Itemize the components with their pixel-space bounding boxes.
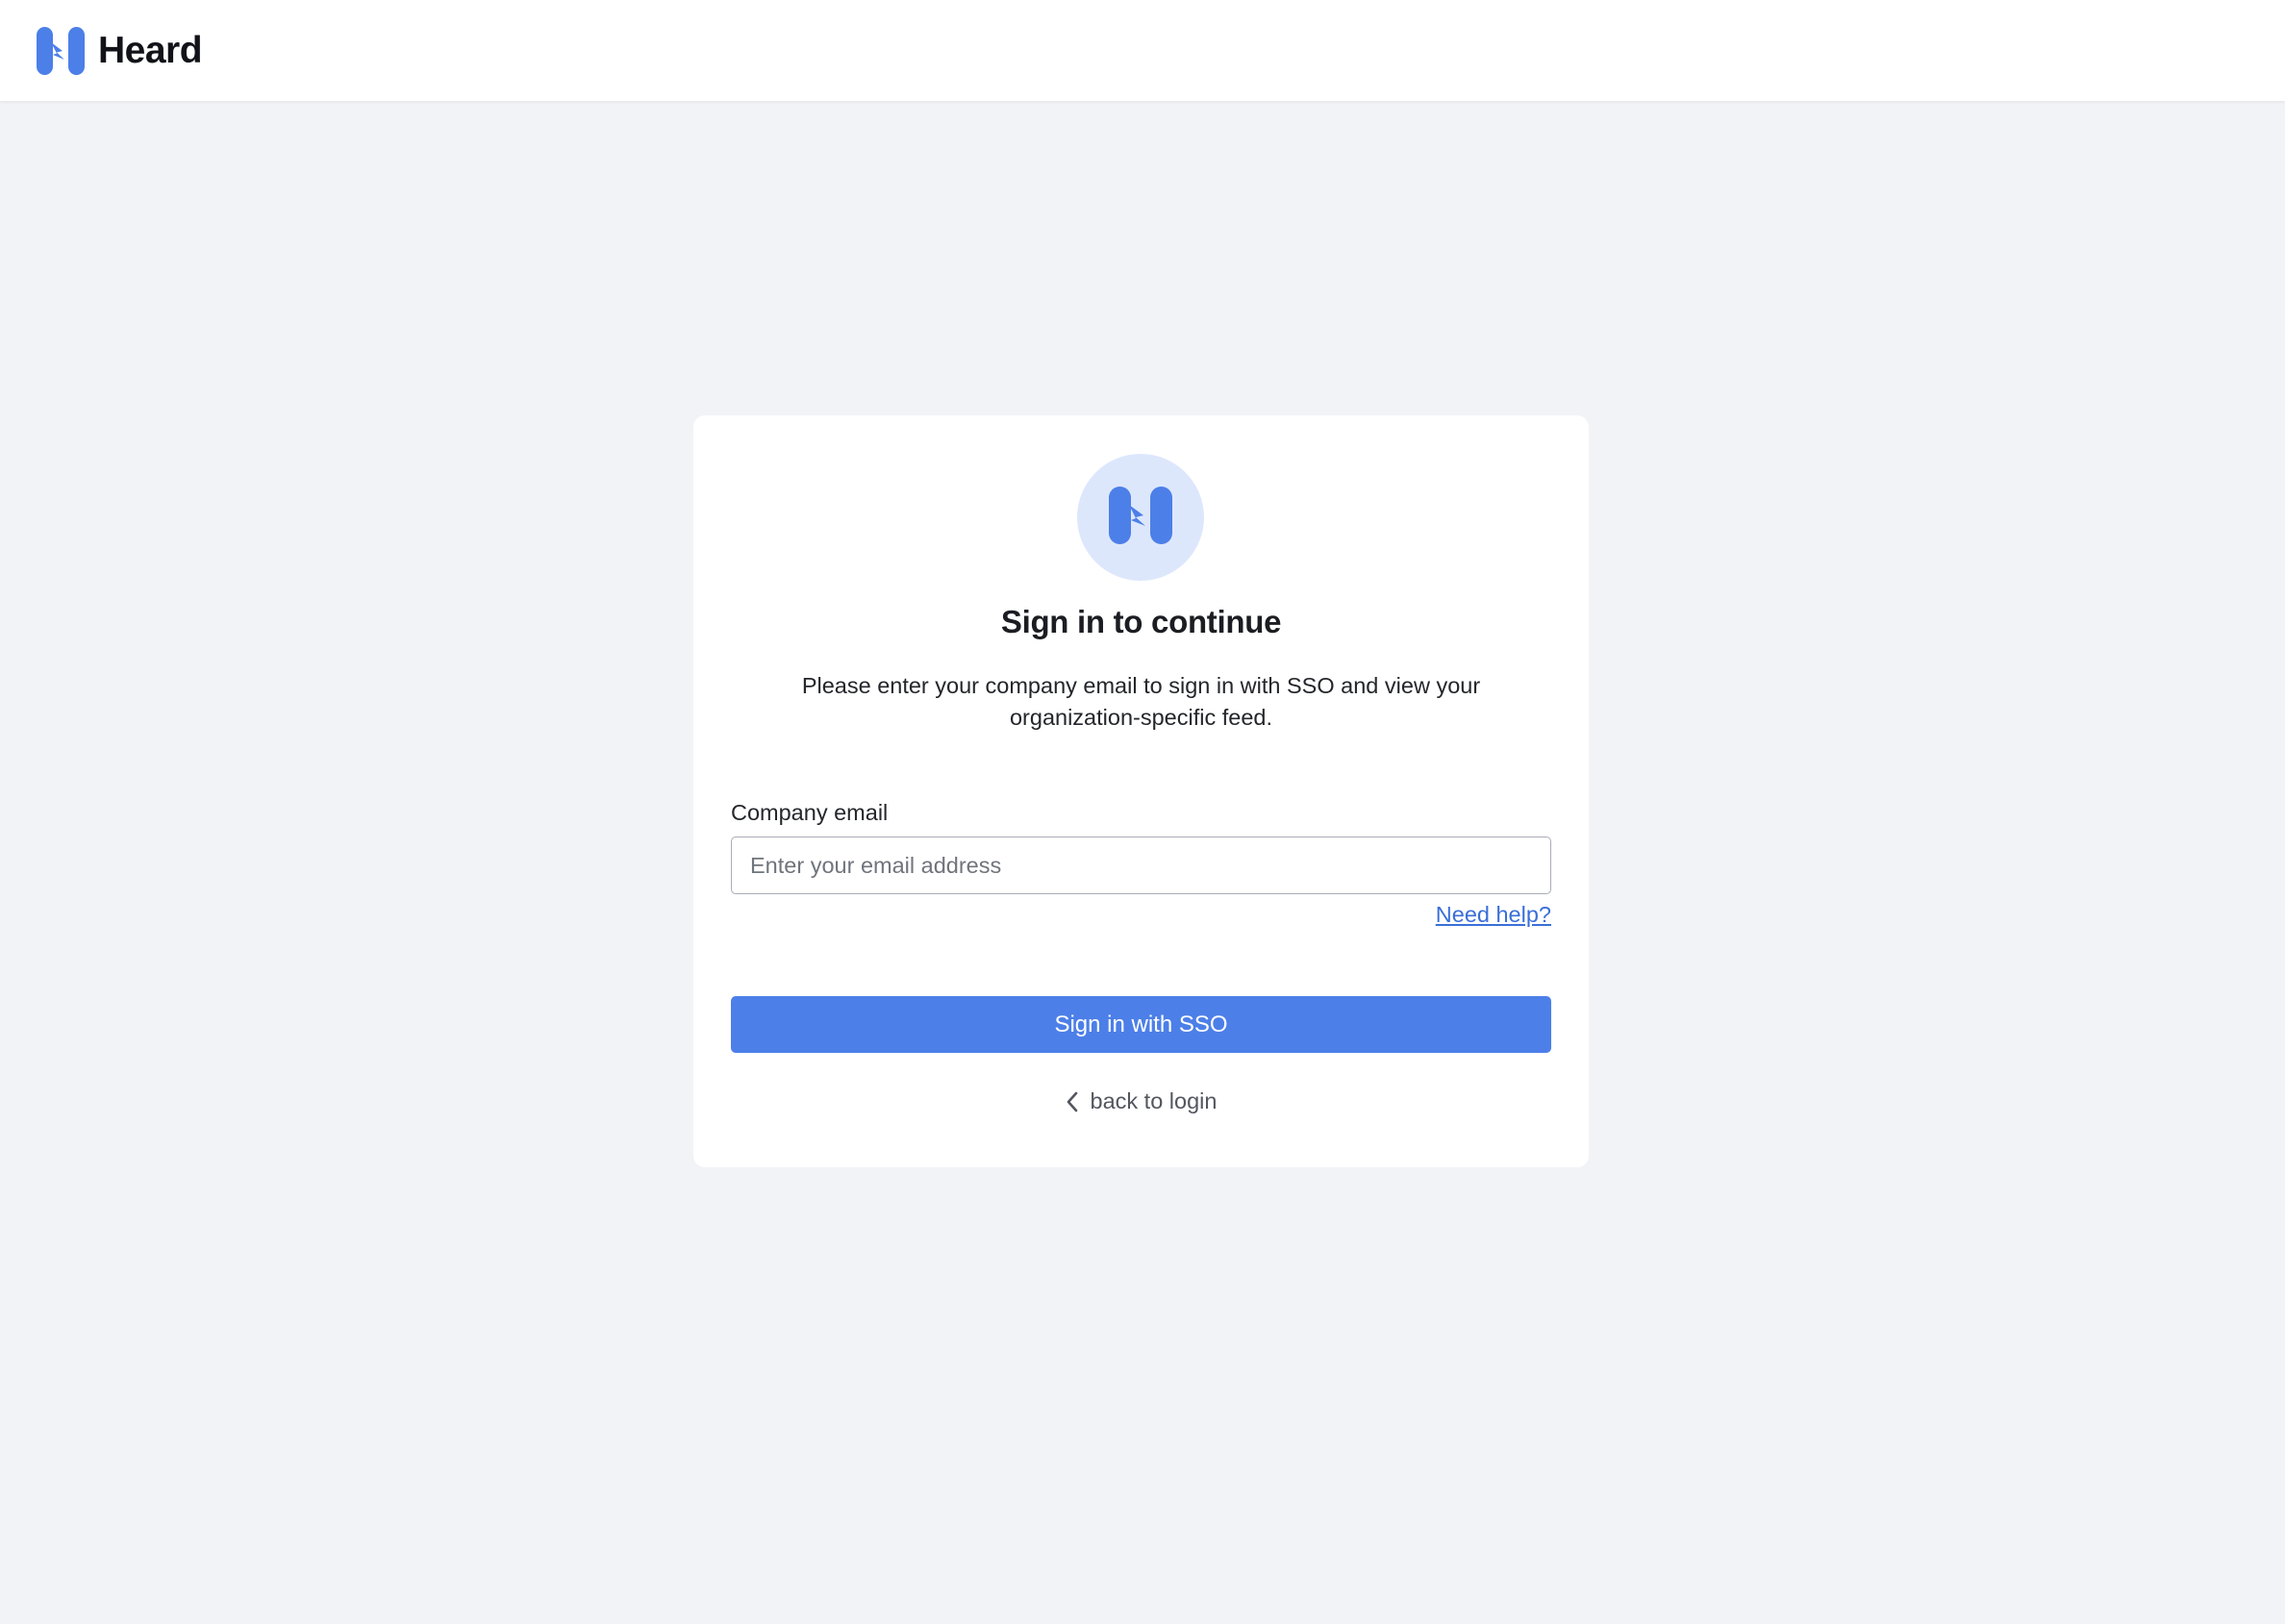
email-field-label: Company email	[731, 800, 889, 825]
brand-home-link[interactable]: Heard	[37, 26, 203, 75]
signin-card: Sign in to continue Please enter your co…	[693, 415, 1589, 1167]
brand-name: Heard	[98, 29, 203, 71]
back-to-login-label: back to login	[1090, 1088, 1218, 1113]
back-to-login-link[interactable]: back to login	[693, 1088, 1589, 1114]
heard-logo-icon	[37, 26, 85, 75]
signin-description: Please enter your company email to sign …	[801, 673, 1481, 730]
email-field[interactable]	[731, 837, 1551, 894]
page-title: Sign in to continue	[1000, 604, 1282, 639]
heard-logo-icon	[1109, 486, 1172, 549]
chevron-left-icon	[1066, 1091, 1079, 1112]
card-logo	[1077, 454, 1204, 581]
top-bar: Heard	[0, 0, 2285, 101]
need-help-link[interactable]: Need help?	[1436, 902, 1551, 928]
sign-in-sso-button[interactable]: Sign in with SSO	[731, 996, 1551, 1053]
